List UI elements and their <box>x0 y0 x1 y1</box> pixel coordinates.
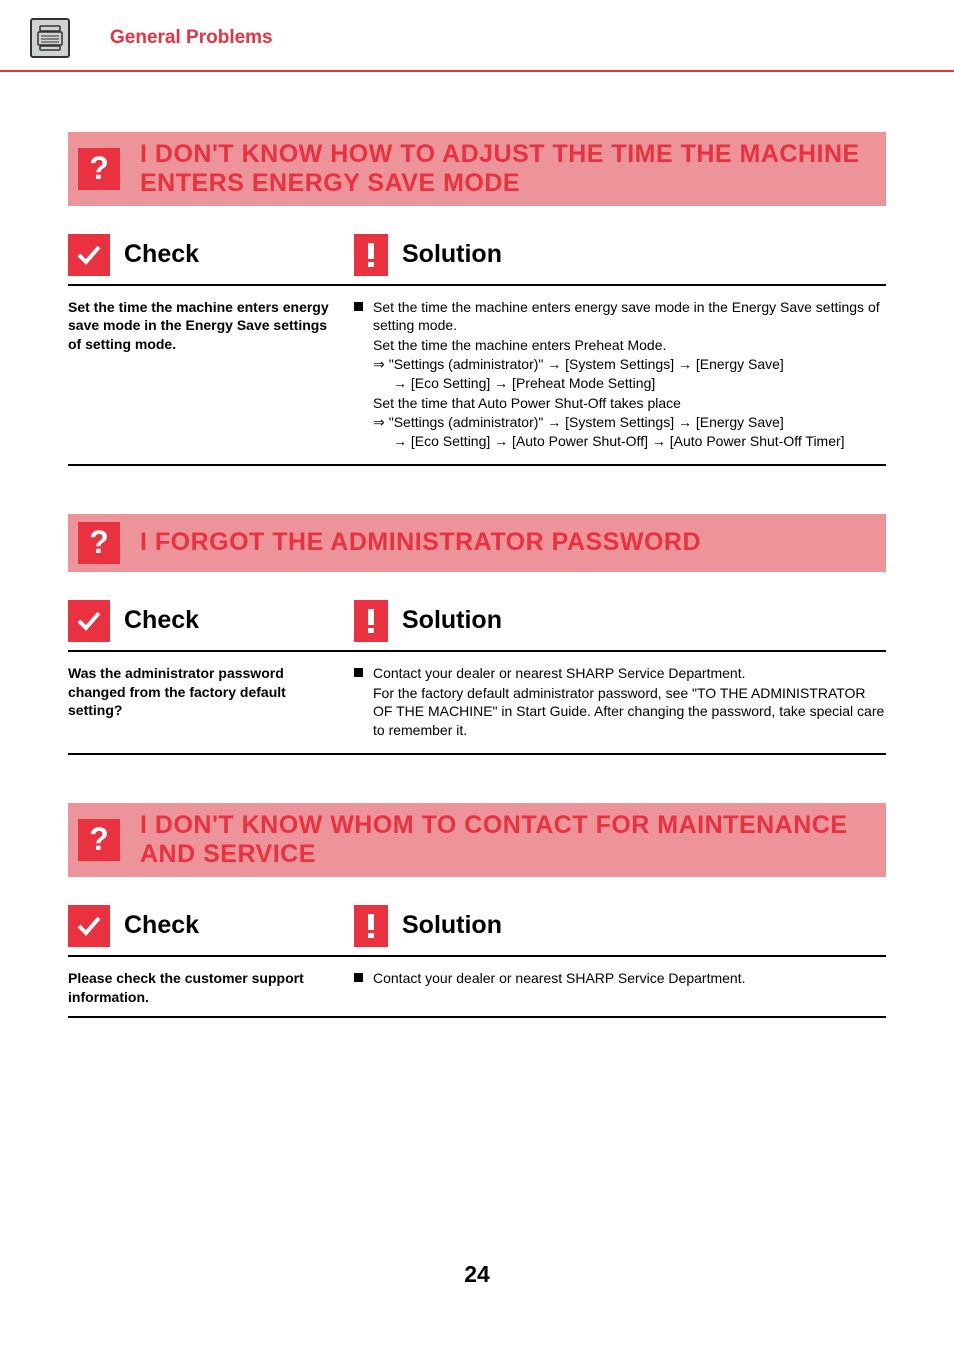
nav-path-cont: → [Eco Setting] → [Auto Power Shut-Off] … <box>373 432 886 451</box>
solution-main: Contact your dealer or nearest SHARP Ser… <box>373 969 886 988</box>
arrow-icon: ⇒ <box>373 413 385 432</box>
check-text: Please check the customer support inform… <box>68 969 354 1007</box>
question-icon: ? <box>78 819 120 861</box>
check-icon <box>68 234 110 276</box>
check-text: Set the time the machine enters energy s… <box>68 298 354 454</box>
solution-text: Contact your dealer or nearest SHARP Ser… <box>354 969 886 1007</box>
page-header: General Problems <box>0 0 954 72</box>
nav-path-cont: → [Eco Setting] → [Preheat Mode Setting] <box>373 374 886 393</box>
arrow-icon: ⇒ <box>373 355 385 374</box>
check-solution-header: Check Solution <box>68 234 886 286</box>
check-solution-header: Check Solution <box>68 905 886 957</box>
check-label: Check <box>124 911 199 940</box>
machine-icon <box>30 18 70 58</box>
solution-icon <box>354 905 388 947</box>
check-label: Check <box>124 240 199 269</box>
check-solution-body: Please check the customer support inform… <box>68 957 886 1019</box>
question-icon: ? <box>78 148 120 190</box>
bullet-icon <box>354 668 363 677</box>
content-area: ? I DON'T KNOW HOW TO ADJUST THE TIME TH… <box>0 72 954 1018</box>
check-solution-body: Set the time the machine enters energy s… <box>68 286 886 466</box>
check-label: Check <box>124 606 199 635</box>
solution-main: Set the time the machine enters energy s… <box>373 298 886 336</box>
check-icon <box>68 600 110 642</box>
solution-label: Solution <box>402 911 502 940</box>
problem-title: I DON'T KNOW HOW TO ADJUST THE TIME THE … <box>140 140 874 198</box>
problem-banner: ? I DON'T KNOW WHOM TO CONTACT FOR MAINT… <box>68 803 886 877</box>
problem-block: ? I DON'T KNOW WHOM TO CONTACT FOR MAINT… <box>68 803 886 1018</box>
problem-block: ? I DON'T KNOW HOW TO ADJUST THE TIME TH… <box>68 132 886 466</box>
check-solution-header: Check Solution <box>68 600 886 652</box>
solution-sub: Set the time that Auto Power Shut-Off ta… <box>373 394 886 413</box>
nav-path: "Settings (administrator)" → [System Set… <box>389 355 784 374</box>
problem-banner: ? I DON'T KNOW HOW TO ADJUST THE TIME TH… <box>68 132 886 206</box>
header-title: General Problems <box>110 27 273 49</box>
solution-icon <box>354 600 388 642</box>
check-solution-body: Was the administrator password changed f… <box>68 652 886 756</box>
solution-sub: For the factory default administrator pa… <box>373 684 886 741</box>
problem-title: I FORGOT THE ADMINISTRATOR PASSWORD <box>140 528 701 557</box>
check-icon <box>68 905 110 947</box>
problem-title: I DON'T KNOW WHOM TO CONTACT FOR MAINTEN… <box>140 811 874 869</box>
solution-text: Contact your dealer or nearest SHARP Ser… <box>354 664 886 744</box>
solution-sub: Set the time the machine enters Preheat … <box>373 336 886 355</box>
solution-label: Solution <box>402 240 502 269</box>
solution-main: Contact your dealer or nearest SHARP Ser… <box>373 664 886 683</box>
page-number: 24 <box>0 1261 954 1288</box>
check-text: Was the administrator password changed f… <box>68 664 354 744</box>
problem-banner: ? I FORGOT THE ADMINISTRATOR PASSWORD <box>68 514 886 572</box>
bullet-icon <box>354 302 363 311</box>
solution-label: Solution <box>402 606 502 635</box>
solution-text: Set the time the machine enters energy s… <box>354 298 886 454</box>
problem-block: ? I FORGOT THE ADMINISTRATOR PASSWORD Ch… <box>68 514 886 756</box>
question-icon: ? <box>78 522 120 564</box>
bullet-icon <box>354 973 363 982</box>
solution-icon <box>354 234 388 276</box>
nav-path: "Settings (administrator)" → [System Set… <box>389 413 784 432</box>
